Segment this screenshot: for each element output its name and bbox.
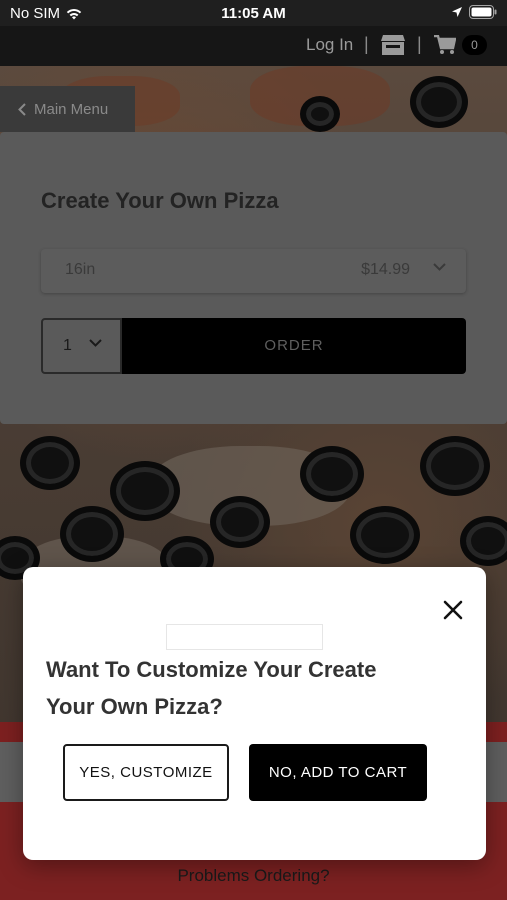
back-button-label: Main Menu — [34, 100, 109, 118]
problems-ordering-link[interactable]: Problems Ordering? — [0, 866, 507, 886]
quantity-value: 1 — [63, 337, 72, 354]
modal-image-placeholder — [166, 624, 323, 650]
login-link[interactable]: Log In — [306, 35, 353, 55]
location-arrow-icon — [452, 7, 462, 17]
chevron-down-icon — [433, 263, 446, 271]
top-nav: Log In | | 0 — [0, 26, 507, 66]
nav-separator: | — [364, 34, 369, 54]
status-bar: No SIM 11:05 AM — [0, 0, 507, 26]
size-price: $14.99 — [361, 261, 410, 278]
customize-modal: Want To Customize Your Create Your Own P… — [23, 567, 486, 860]
size-value: 16in — [65, 261, 96, 278]
nav-separator: | — [417, 34, 422, 54]
order-button[interactable]: ORDER — [122, 318, 466, 374]
size-select[interactable]: 16in $14.99 — [41, 249, 466, 293]
product-title-text: Create Your Own Pizza — [41, 188, 279, 213]
product-title: Create Your Own Pizza — [41, 188, 279, 214]
chevron-down-icon — [89, 339, 102, 347]
modal-question: Want To Customize Your Create Your Own P… — [46, 657, 377, 719]
chevron-left-icon — [18, 102, 26, 116]
close-icon[interactable] — [441, 598, 465, 622]
battery-icon — [469, 5, 497, 19]
cart-icon[interactable] — [434, 34, 457, 60]
quantity-select[interactable]: 1 — [41, 318, 122, 374]
yes-customize-button[interactable]: YES, CUSTOMIZE — [63, 744, 229, 801]
main-menu-back-button[interactable]: Main Menu — [0, 86, 135, 132]
clock: 11:05 AM — [221, 5, 286, 22]
no-add-to-cart-button[interactable]: NO, ADD TO CART — [249, 744, 427, 801]
cart-count-badge: 0 — [462, 35, 487, 55]
store-icon[interactable] — [381, 34, 405, 61]
status-icons — [451, 5, 497, 19]
